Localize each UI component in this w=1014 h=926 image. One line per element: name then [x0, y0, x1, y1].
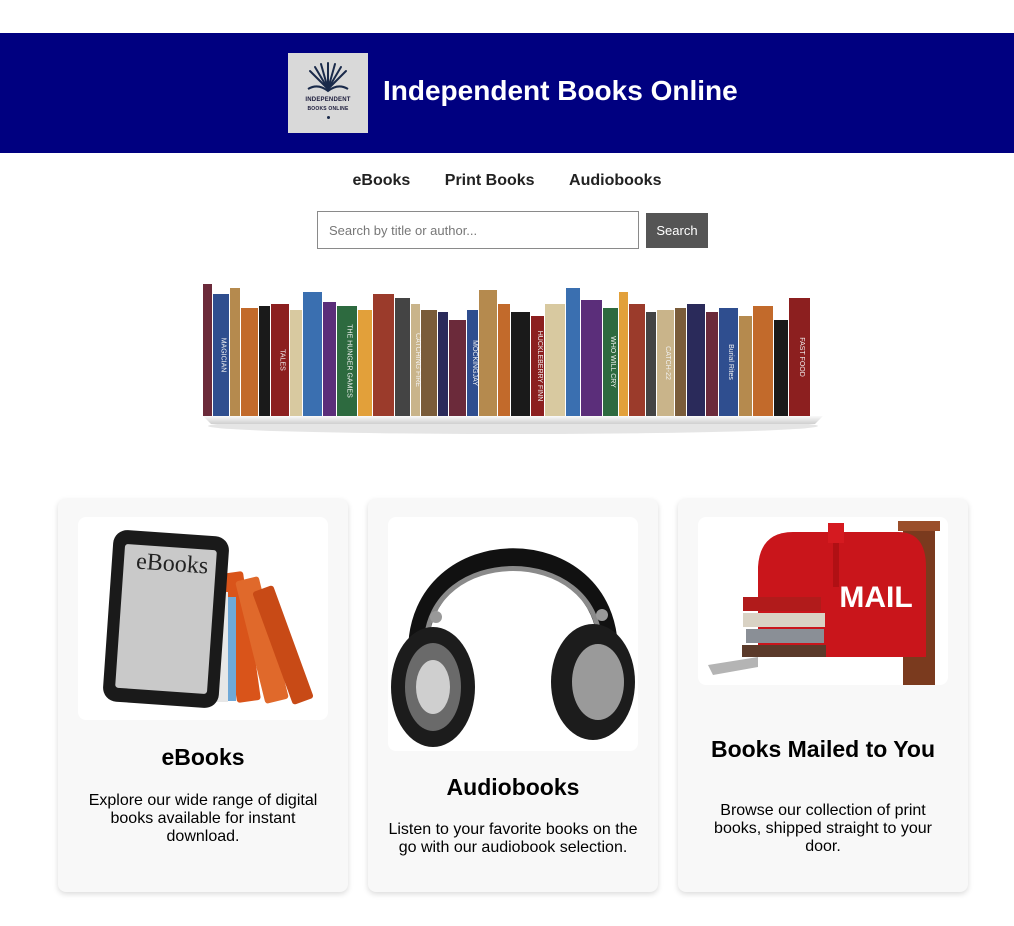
shelf-board [203, 416, 823, 424]
nav-print-books[interactable]: Print Books [445, 172, 535, 190]
book-spine-text: FAST FOOD [798, 337, 805, 377]
book-spine [449, 320, 466, 416]
book-spine-text: WHO WILL CRY [609, 336, 616, 388]
audiobooks-card-title: Audiobooks [446, 774, 580, 800]
book-spine [511, 312, 530, 416]
site-logo[interactable]: INDEPENDENT BOOKS ONLINE [288, 53, 368, 133]
book-spine [241, 308, 258, 416]
search-input[interactable] [317, 211, 639, 249]
book-spine [259, 306, 270, 416]
book-spine [646, 312, 656, 416]
mailed-books-card[interactable]: MAIL Books Mailed to You Browse our coll… [678, 499, 968, 892]
mailed-book-1 [743, 597, 821, 611]
book-spine [421, 310, 437, 416]
mailed-book-2 [743, 613, 825, 627]
mailbox-post-top [898, 521, 940, 531]
mailed-book-4 [742, 645, 826, 657]
book-spine [438, 312, 448, 416]
mailbox-flag [828, 523, 844, 543]
book-spine [739, 316, 752, 416]
book-spine [753, 306, 773, 416]
book-spine-text: CATCHING FIRE [414, 333, 421, 387]
site-header: INDEPENDENT BOOKS ONLINE Independent Boo… [0, 33, 1014, 153]
ebooks-card-description: Explore our wide range of digital books … [88, 792, 318, 845]
nav-ebooks[interactable]: eBooks [353, 172, 411, 190]
book-spine [203, 284, 212, 416]
mailed-card-title: Books Mailed to You [710, 736, 936, 762]
ebooks-image: eBooks [78, 517, 328, 720]
book-spine [774, 320, 788, 416]
open-book-icon [307, 62, 349, 93]
bookshelf-hero-image: MAGICIAN TALES THE HUNGER GAMES CATCHING FI… [203, 284, 823, 434]
left-hinge [430, 611, 442, 623]
right-hinge [596, 609, 608, 621]
book-spine-text: MAGICIAN [220, 338, 227, 373]
mailed-book-3 [746, 629, 824, 643]
mailbox-image: MAIL [698, 517, 948, 685]
mailed-card-description: Browse our collection of print books, sh… [714, 802, 932, 855]
book-spine-text: TALES [279, 349, 286, 371]
search-button[interactable]: Search [646, 213, 708, 248]
site-title: Independent Books Online [383, 75, 738, 106]
logo-line-1: INDEPENDENT [305, 97, 351, 103]
book-spine [545, 304, 565, 416]
book-spine-text: Burial Rites [727, 344, 734, 380]
logo-dot [327, 116, 330, 119]
book-spine [230, 288, 240, 416]
nav-audiobooks[interactable]: Audiobooks [569, 172, 661, 190]
book-spine-text: CATCH-22 [664, 346, 671, 380]
book-spine [675, 308, 686, 416]
book-spine-text: THE HUNGER GAMES [346, 324, 353, 398]
book-spine [581, 300, 602, 416]
book-blue [228, 597, 236, 701]
mailbox-label: MAIL [839, 581, 912, 614]
book-spine-text: HUCKLEBERRY FINN [536, 331, 543, 402]
headphones-image [388, 517, 638, 751]
book-spine [373, 294, 394, 416]
ebooks-card-title: eBooks [161, 744, 245, 770]
book-spine-text: MOCKINGJAY [471, 340, 478, 386]
book-spine [566, 288, 580, 416]
book-spine [619, 292, 628, 416]
ebooks-card[interactable]: eBooks eBooks Explore our wide range of … [58, 499, 348, 892]
book-spine [629, 304, 645, 416]
book-spine [358, 310, 372, 416]
book-spine [706, 312, 718, 416]
book-spine [303, 292, 322, 416]
book-spine [323, 302, 336, 416]
ebooks-screen-label: eBooks [135, 549, 209, 580]
audiobooks-card[interactable]: Audiobooks Listen to your favorite books… [368, 499, 658, 892]
book-spine [290, 310, 302, 416]
book-spine [687, 304, 705, 416]
left-ear-cup-center [416, 660, 450, 714]
right-ear-mesh [572, 644, 624, 720]
book-spine [479, 290, 497, 416]
book-spine [395, 298, 410, 416]
main-nav: eBooks Print Books Audiobooks [0, 172, 1014, 190]
audiobooks-card-description: Listen to your favorite books on the go … [388, 821, 638, 856]
logo-line-2: BOOKS ONLINE [307, 106, 349, 112]
book-spine [498, 304, 510, 416]
